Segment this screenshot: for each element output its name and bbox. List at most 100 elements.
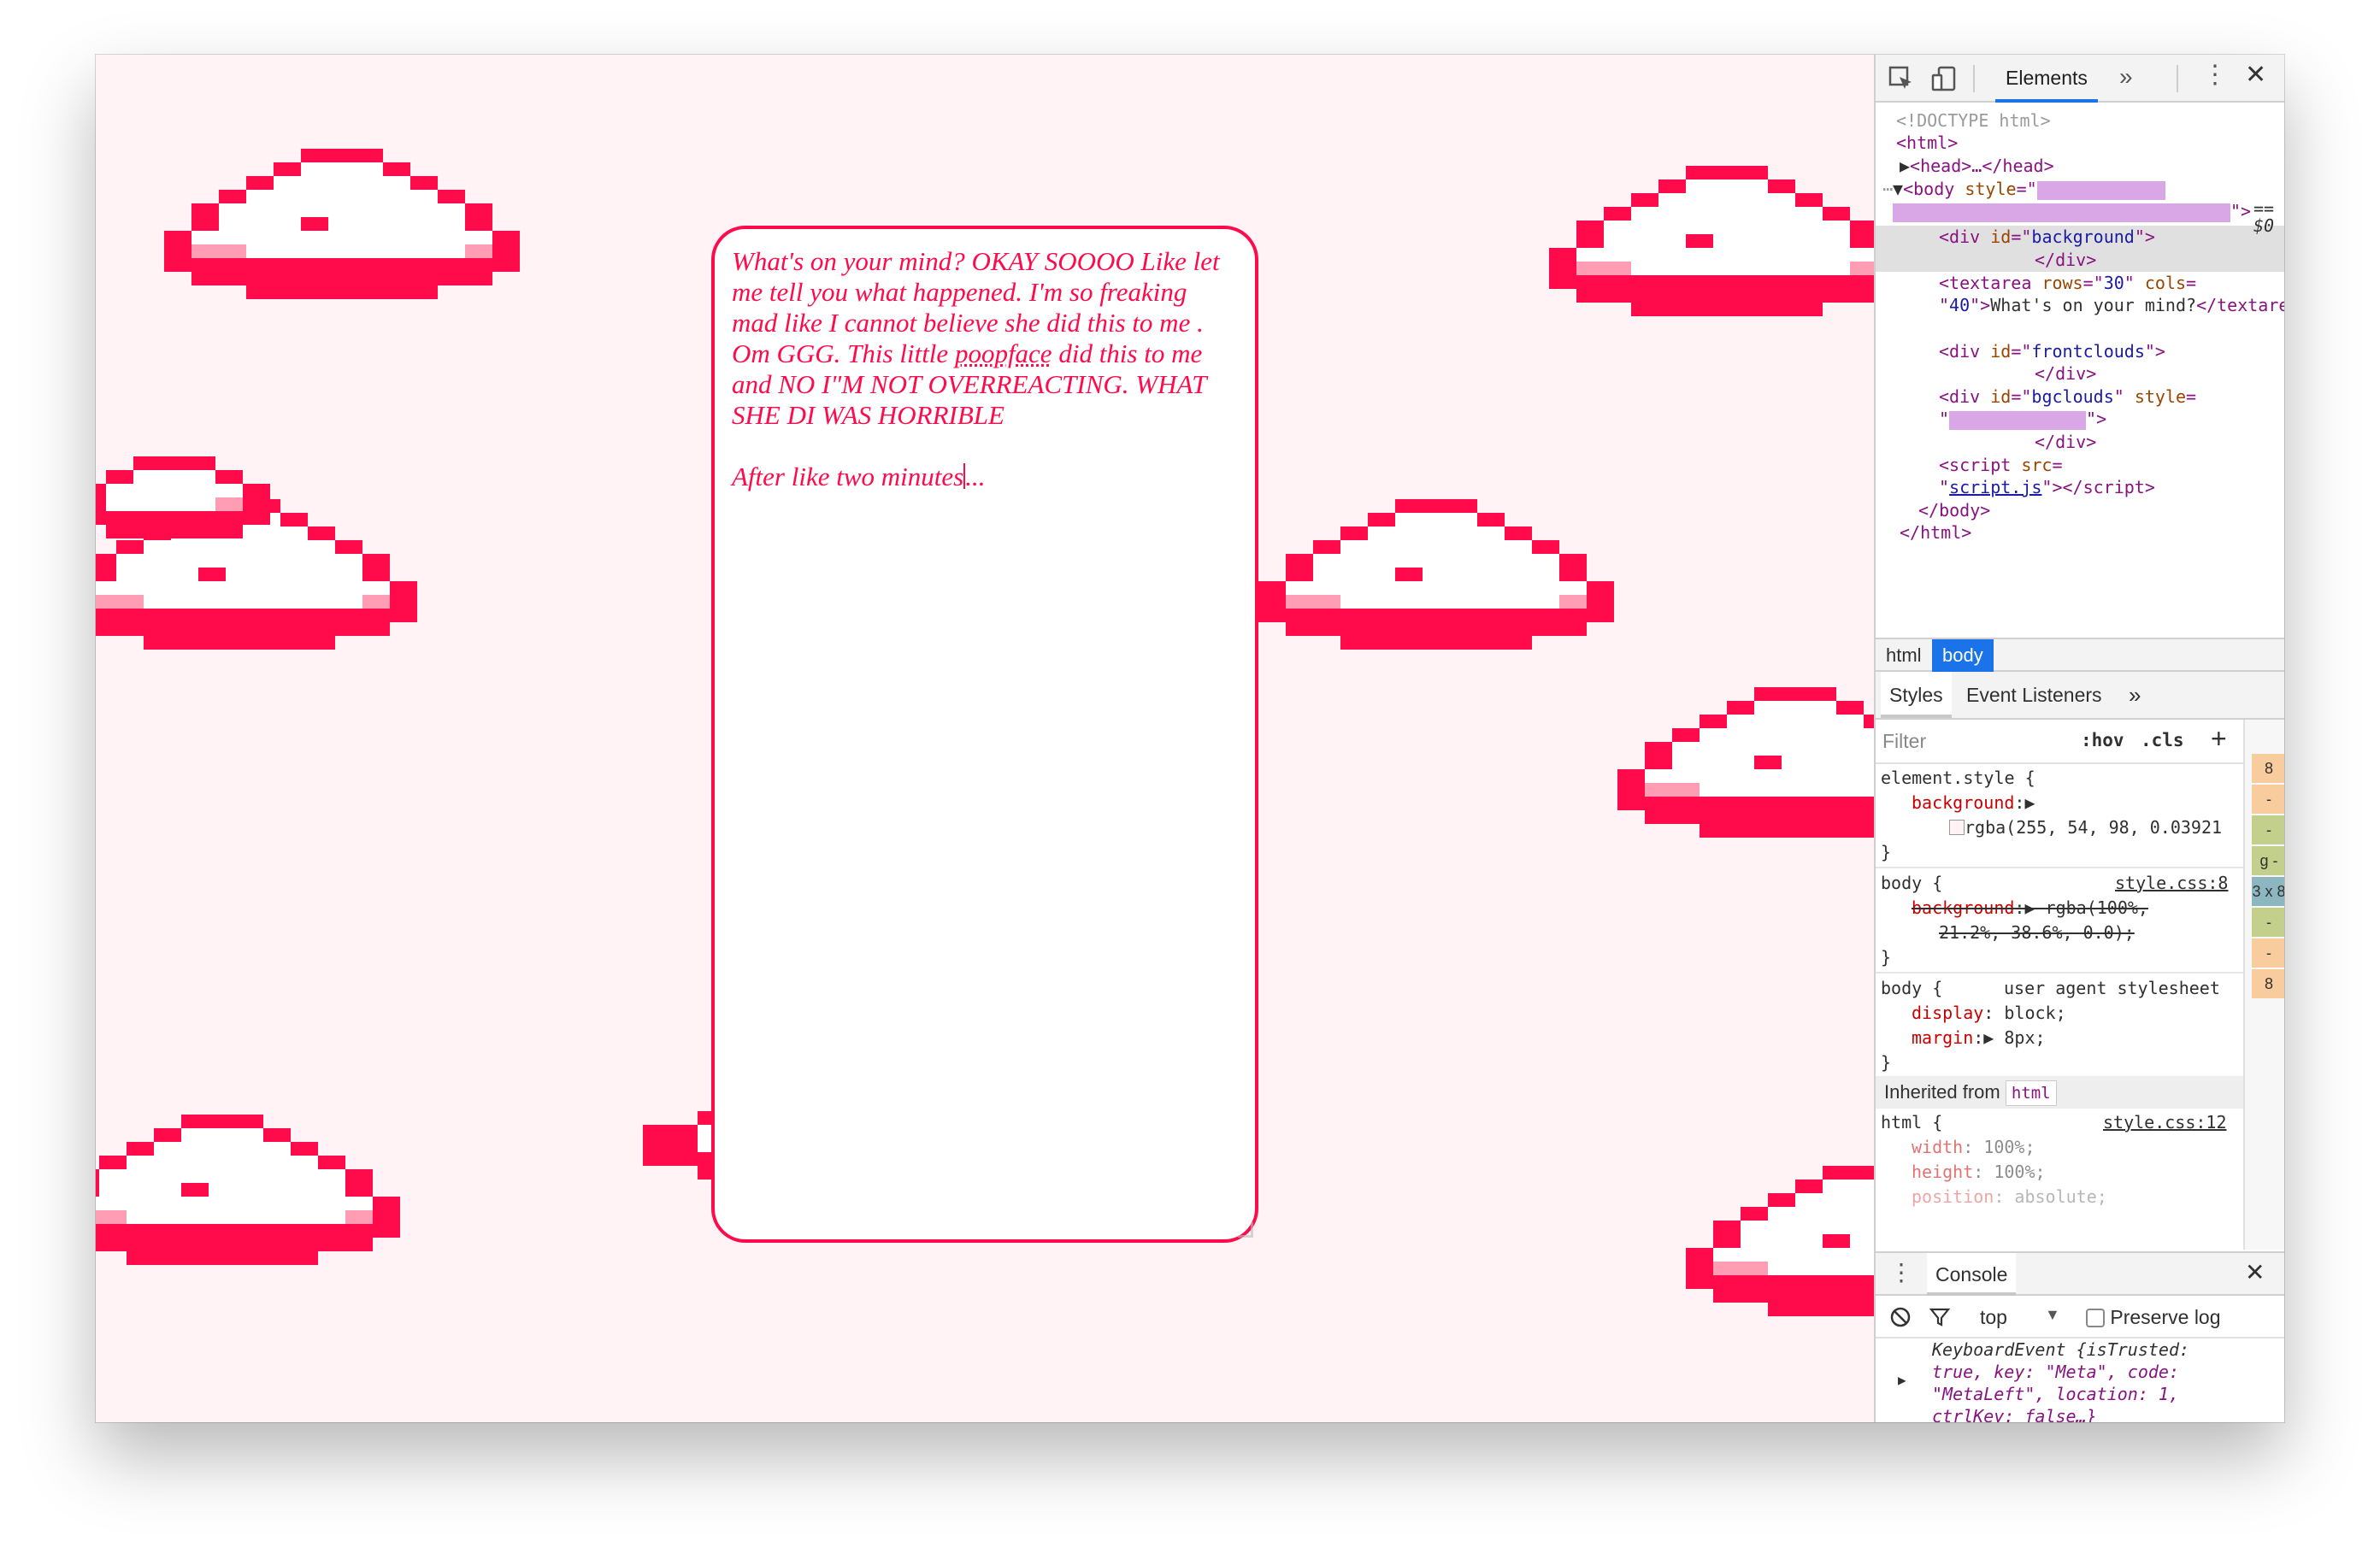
html-selector[interactable]: html { <box>1881 1110 1942 1135</box>
overridden-background[interactable]: background:▶ rgba(100%, <box>1912 896 2148 921</box>
device-toolbar-icon[interactable] <box>1930 65 1958 92</box>
filter-input[interactable]: Filter <box>1882 730 1926 753</box>
prop-name: background <box>1912 792 2015 813</box>
value-text: rgba(255, 54, 98, 0.03921 <box>1965 817 2223 838</box>
prop-name: height <box>1912 1162 1974 1182</box>
dollar-zero-marker: == $0 <box>2253 198 2284 236</box>
console-drawer-header: ⋮ Console ✕ <box>1876 1251 2284 1296</box>
inherited-tag-link[interactable]: html <box>2005 1080 2057 1106</box>
tab-elements[interactable]: Elements <box>1995 55 2098 103</box>
textarea-text-part4: ... <box>965 462 986 491</box>
dom-body-cont: "> <box>1893 200 2251 223</box>
preserve-log-checkbox[interactable] <box>2086 1309 2105 1327</box>
box-model-swatch: 3 x 8 <box>2252 877 2284 906</box>
inspect-element-icon[interactable] <box>1888 65 1915 92</box>
inherited-label: Inherited from <box>1884 1081 2000 1103</box>
script-src-link[interactable]: script.js <box>1949 477 2041 497</box>
value-text: 100%; <box>1994 1162 2046 1182</box>
dom-bgclouds-cont: " "> <box>1939 409 2107 430</box>
toolbar-divider <box>2177 65 2178 92</box>
tab-event-listeners[interactable]: Event Listeners <box>1958 672 2111 718</box>
textarea-resize-handle[interactable] <box>1238 1222 1253 1238</box>
breadcrumb: html body <box>1876 638 2284 672</box>
browser-window: What's on your mind? OKAY SOOOO Like let… <box>96 55 2284 1422</box>
more-style-tabs-icon[interactable]: » <box>2120 672 2149 718</box>
drawer-menu-icon[interactable]: ⋮ <box>1889 1258 1913 1286</box>
box-model-swatch: g - <box>2252 846 2284 875</box>
tab-console[interactable]: Console <box>1927 1253 2017 1296</box>
dom-doctype[interactable]: <!DOCTYPE html> <box>1896 109 2051 132</box>
dom-textarea-node[interactable]: <textarea rows="30" cols= <box>1939 272 2196 295</box>
console-entry-line: "MetaLeft", location: 1, <box>1932 1384 2179 1404</box>
inherited-from-header: Inherited from html <box>1876 1076 2243 1109</box>
clear-console-icon[interactable] <box>1889 1306 1912 1328</box>
class-toggle[interactable]: .cls <box>2141 730 2184 750</box>
tab-styles[interactable]: Styles <box>1881 672 1952 718</box>
box-model-swatch: - <box>2252 908 2284 937</box>
close-brace: } <box>1881 947 1892 968</box>
style-value-background[interactable]: rgba(255, 54, 98, 0.03921 <box>1949 815 2222 840</box>
dom-tree: <!DOCTYPE html> <html> ▶<head>…</head> ⋯… <box>1876 103 2284 692</box>
collapse-triangle-icon[interactable]: ▼ <box>1893 179 1903 199</box>
color-swatch-icon[interactable] <box>1949 820 1965 835</box>
value-text: rgba(100%, <box>2045 897 2148 918</box>
devtools-menu-icon[interactable]: ⋮ <box>2202 60 2228 90</box>
style-prop-height: height: 100%; <box>1912 1162 2046 1182</box>
hover-state-toggle[interactable]: :hov <box>2081 730 2124 750</box>
close-devtools-icon[interactable]: ✕ <box>2245 60 2266 90</box>
dom-script-cont: "script.js"></script> <box>1939 477 2155 497</box>
context-selector[interactable]: top <box>1980 1306 2007 1329</box>
prop-name: background <box>1912 897 2015 918</box>
dom-script-node[interactable]: <script src= <box>1939 454 2063 477</box>
prop-name: margin <box>1912 1027 1974 1048</box>
style-prop-display: display: block; <box>1912 1003 2066 1023</box>
style-prop-width: width: 100%; <box>1912 1137 2035 1157</box>
preserve-log-option[interactable]: Preserve log <box>2086 1306 2221 1329</box>
breadcrumb-body[interactable]: body <box>1932 639 1994 672</box>
dom-html-open[interactable]: <html> <box>1896 132 1958 155</box>
prop-name: position <box>1912 1186 1994 1207</box>
box-model-swatch: - <box>2252 938 2284 968</box>
value-text: 8px; <box>2004 1027 2046 1048</box>
console-entry-line[interactable]: KeyboardEvent {isTrusted: <box>1932 1338 2189 1361</box>
expand-triangle-icon[interactable]: ▶ <box>1900 156 1910 176</box>
dom-body-node[interactable]: ⋯▼<body style=" <box>1882 178 2165 201</box>
textarea-rows-value: 30 <box>2103 273 2124 293</box>
rule-divider <box>1876 972 2243 974</box>
value-text: block; <box>2004 1003 2066 1023</box>
filter-icon[interactable] <box>1929 1306 1951 1328</box>
mind-textarea[interactable]: What's on your mind? OKAY SOOOO Like let… <box>711 226 1258 1243</box>
dom-head-node[interactable]: ▶<head>…</head> <box>1900 155 2054 178</box>
attr-value-highlight <box>1949 410 2087 430</box>
page-viewport: What's on your mind? OKAY SOOOO Like let… <box>96 55 1874 1422</box>
element-style-selector[interactable]: element.style { <box>1881 766 2035 791</box>
console-messages: ▶ KeyboardEvent {isTrusted: true, key: "… <box>1876 1338 2284 1422</box>
add-rule-icon[interactable]: + <box>2211 723 2227 755</box>
body-selector[interactable]: body { <box>1881 871 1942 896</box>
expand-object-icon[interactable]: ▶ <box>1898 1369 1906 1391</box>
dom-div-background[interactable]: <div id="background"> <box>1939 226 2155 249</box>
breadcrumb-html[interactable]: html <box>1876 639 1932 672</box>
style-prop-background[interactable]: background:▶ <box>1912 791 2035 815</box>
styles-pane: element.style { background:▶ rgba(255, 5… <box>1876 764 2243 1251</box>
style-prop-position: position: absolute; <box>1912 1186 2107 1207</box>
ua-stylesheet-label: user agent stylesheet <box>2004 978 2220 998</box>
div-frontclouds-id: frontclouds <box>2031 341 2145 362</box>
style-source-link[interactable]: style.css:12 <box>2103 1110 2227 1135</box>
dom-head-label: <head>…</head> <box>1910 156 2054 176</box>
div-background-id: background <box>2031 226 2135 247</box>
dom-div-frontclouds[interactable]: <div id="frontclouds"> <box>1939 340 2165 363</box>
close-drawer-icon[interactable]: ✕ <box>2245 1258 2265 1286</box>
console-entry-line: true, key: "Meta", code: <box>1932 1362 2179 1382</box>
box-model-swatch: - <box>2252 815 2284 844</box>
value-text: 100%; <box>1983 1137 2035 1157</box>
dom-div-bgclouds[interactable]: <div id="bgclouds" style= <box>1939 385 2196 409</box>
more-tabs-icon[interactable]: » <box>2119 63 2133 91</box>
textarea-text-part3: After like two minutes <box>732 462 964 491</box>
chevron-down-icon[interactable]: ▼ <box>2045 1306 2060 1324</box>
prop-name: width <box>1912 1137 1964 1157</box>
dom-div-close: </div> <box>2035 363 2097 384</box>
attr-value-highlight <box>2036 180 2165 200</box>
expand-triangle-icon[interactable]: ▶ <box>2024 792 2035 813</box>
style-source-link[interactable]: style.css:8 <box>2115 871 2228 896</box>
